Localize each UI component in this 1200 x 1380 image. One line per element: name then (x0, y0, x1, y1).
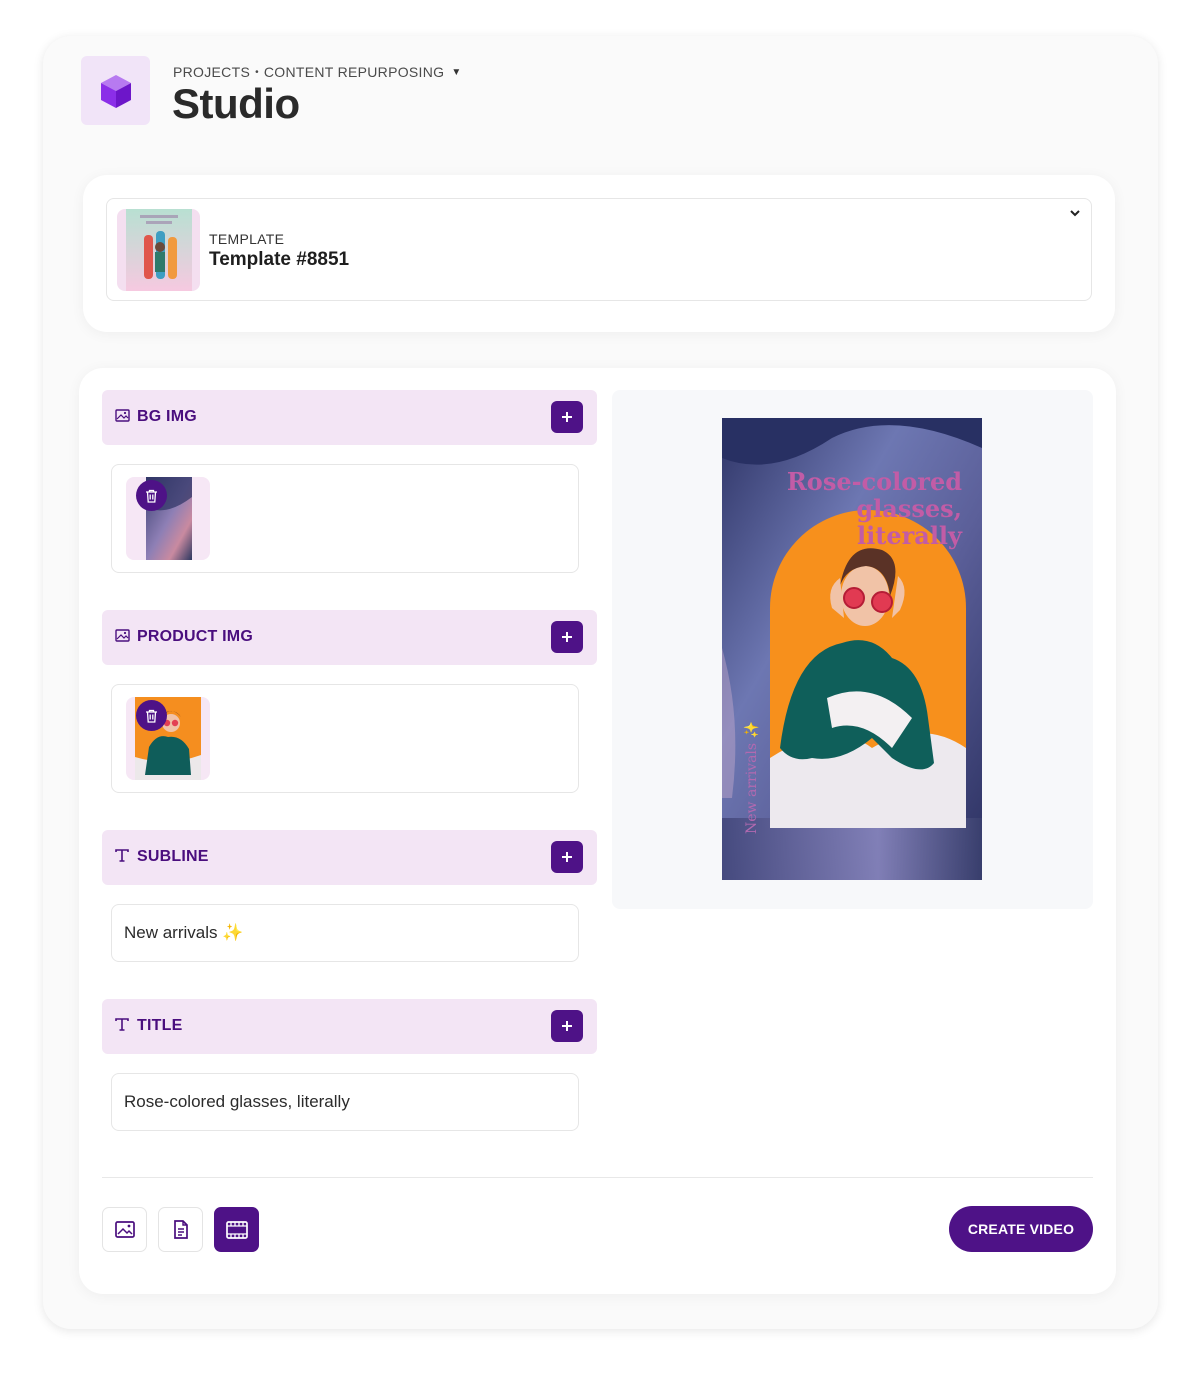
product-img-tile (126, 697, 210, 780)
bg-img-tile (126, 477, 210, 560)
bg-img-asset-box (111, 464, 579, 573)
add-subline-button[interactable] (551, 841, 583, 873)
section-label: TITLE (137, 1017, 183, 1034)
add-product-img-button[interactable] (551, 621, 583, 653)
document-mode-icon (173, 1220, 188, 1239)
breadcrumb-projects[interactable]: PROJECTS (173, 64, 250, 80)
preview-panel: Rose-colored glasses, literally New arri… (612, 390, 1093, 909)
document-mode-button[interactable] (158, 1207, 203, 1252)
section-label: SUBLINE (137, 848, 209, 865)
delete-product-img-button[interactable] (136, 700, 167, 731)
editor-card: BG IMG PRODUCT IMG SUBLINE New arrivals … (79, 368, 1116, 1294)
breadcrumb-section[interactable]: CONTENT REPURPOSING (264, 64, 444, 80)
image-icon (115, 629, 130, 642)
story-title-line1: Rose-colored (786, 467, 962, 496)
story-preview: Rose-colored glasses, literally New arri… (722, 418, 982, 880)
create-video-button[interactable]: CREATE VIDEO (949, 1206, 1093, 1252)
template-select[interactable]: TEMPLATE Template #8851 (106, 198, 1092, 301)
logo-tile (81, 56, 150, 125)
text-icon (115, 849, 129, 862)
section-subline: SUBLINE (102, 830, 597, 885)
section-product-img: PRODUCT IMG (102, 610, 597, 665)
template-name: Template #8851 (209, 249, 350, 270)
section-label: PRODUCT IMG (137, 628, 253, 645)
product-img-asset-box (111, 684, 579, 793)
template-label: TEMPLATE (209, 231, 285, 247)
trash-icon (146, 489, 157, 503)
template-card: TEMPLATE Template #8851 (83, 175, 1115, 332)
story-subline: New arrivals ✨ (744, 721, 760, 834)
breadcrumb[interactable]: PROJECTS • CONTENT REPURPOSING ▼ (173, 64, 462, 80)
plus-icon (562, 1021, 572, 1031)
add-bg-img-button[interactable] (551, 401, 583, 433)
section-bg-img: BG IMG (102, 390, 597, 445)
divider (102, 1177, 1093, 1178)
story-title: Rose-colored glasses, literally (750, 468, 962, 549)
breadcrumb-separator: • (255, 66, 259, 78)
image-mode-icon (114, 1221, 135, 1238)
cube-icon (100, 74, 131, 108)
chevron-down-icon[interactable] (1069, 207, 1081, 219)
section-label: BG IMG (137, 408, 197, 425)
story-title-line2: glasses, literally (856, 494, 962, 550)
caret-down-icon[interactable]: ▼ (451, 67, 461, 78)
video-mode-button[interactable] (214, 1207, 259, 1252)
plus-icon (562, 852, 572, 862)
add-title-button[interactable] (551, 1010, 583, 1042)
delete-bg-img-button[interactable] (136, 480, 167, 511)
title-input[interactable]: Rose-colored glasses, literally (111, 1073, 579, 1131)
subline-input[interactable]: New arrivals ✨ (111, 904, 579, 962)
section-title: TITLE (102, 999, 597, 1054)
page-title: Studio (172, 80, 300, 127)
plus-icon (562, 412, 572, 422)
image-icon (115, 409, 130, 422)
image-mode-button[interactable] (102, 1207, 147, 1252)
text-icon (115, 1018, 129, 1031)
plus-icon (562, 632, 572, 642)
template-thumbnail (117, 209, 200, 291)
app-shell: PROJECTS • CONTENT REPURPOSING ▼ Studio (43, 36, 1158, 1329)
trash-icon (146, 709, 157, 723)
video-mode-icon (225, 1220, 248, 1239)
